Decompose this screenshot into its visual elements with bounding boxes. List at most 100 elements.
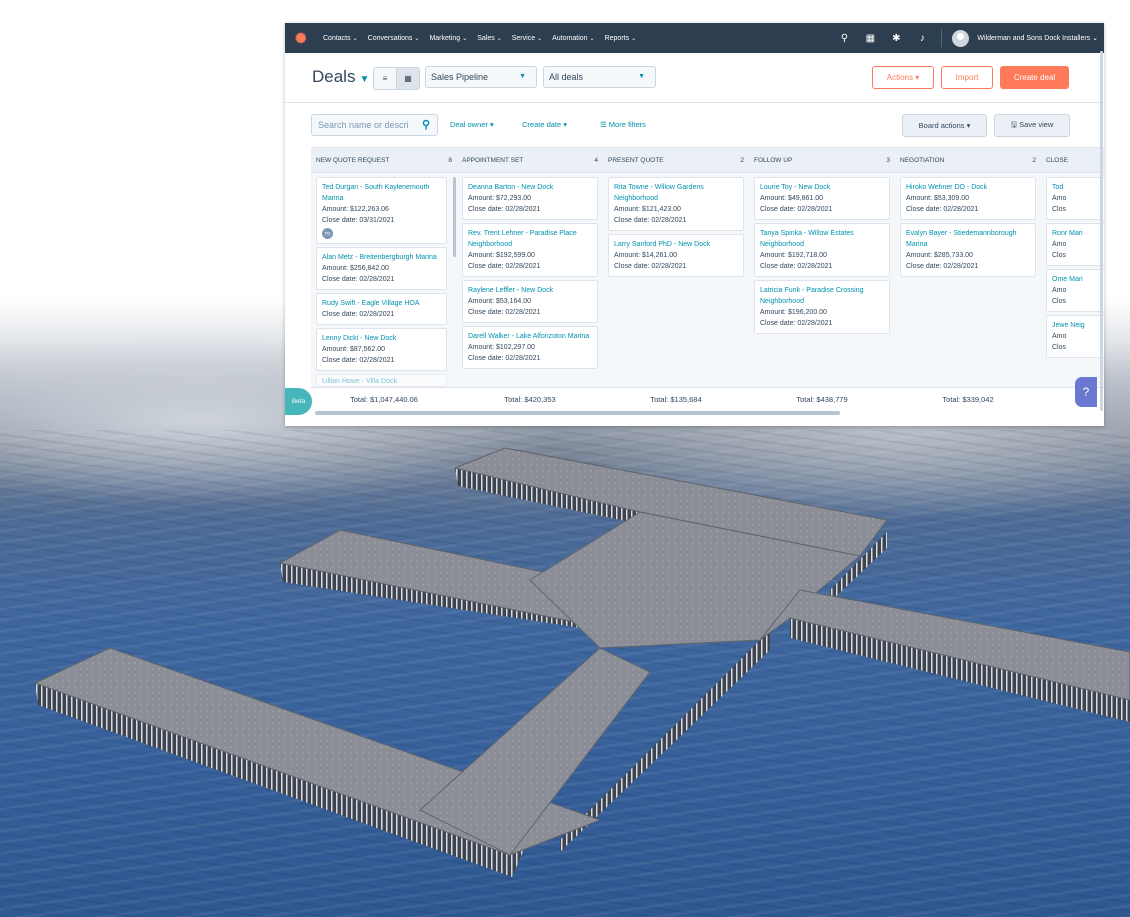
deal-name-link[interactable]: Hiroko Wehner DO - Dock — [906, 182, 1030, 193]
deal-close-date: Close date: 02/28/2021 — [760, 206, 833, 213]
board-horizontal-scrollbar[interactable] — [315, 411, 840, 415]
deal-name-link[interactable]: Darell Walker - Lake Alfonzoton Marina — [468, 331, 592, 342]
help-button[interactable]: ? — [1075, 377, 1097, 407]
caret-down-icon: ▼ — [519, 73, 526, 80]
deal-card[interactable]: Raylene Leffler - New Dock Amount: $53,1… — [462, 280, 598, 323]
deal-card[interactable]: Alan Metz - Breitenbergburgh Marina Amou… — [316, 247, 447, 290]
avatar[interactable] — [952, 29, 970, 47]
deal-name-link[interactable]: Raylene Leffler - New Dock — [468, 285, 592, 296]
deal-card[interactable]: Larry Sanford PhD - New Dock Amount: $14… — [608, 234, 744, 277]
page-vertical-scrollbar[interactable] — [1100, 51, 1103, 411]
column-header: NEW QUOTE REQUEST 8 — [311, 147, 457, 173]
card-list: Tod Amo Clos Ronr Mari Amo Clos Ome Mari… — [1041, 173, 1104, 358]
nav-automation[interactable]: Automation ⌄ — [552, 35, 594, 42]
board-view-icon[interactable]: ▦ — [396, 68, 419, 89]
deal-name-link[interactable]: Alan Metz - Breitenbergburgh Marina — [322, 252, 441, 263]
import-button[interactable]: Import — [941, 66, 993, 89]
column-title: PRESENT QUOTE — [608, 156, 664, 164]
pipeline-select[interactable]: Sales Pipeline ▼ — [425, 66, 537, 88]
deal-name-link[interactable]: Rudy Swift - Eagle Village HOA — [322, 298, 441, 309]
deal-name-link[interactable]: Ronr Mari — [1052, 228, 1104, 239]
deal-card[interactable]: Latricia Funk - Paradise Crossing Neighb… — [754, 280, 890, 334]
search-icon[interactable]: ⚲ — [422, 118, 430, 131]
settings-icon[interactable]: ✱ — [887, 33, 905, 44]
deal-name-link[interactable]: Lourie Toy - New Dock — [760, 182, 884, 193]
beta-badge[interactable]: Beta — [285, 388, 312, 415]
create-deal-button[interactable]: Create deal — [1000, 66, 1069, 89]
chevron-down-icon: ⌄ — [631, 35, 637, 42]
deal-close-date: Close date: 02/28/2021 — [468, 355, 541, 362]
nav-utilities: ⚲ ▦ ✱ ♪ Wilderman and Sons Dock Installe… — [827, 23, 1098, 53]
deal-card[interactable]: Rudy Swift - Eagle Village HOA Close dat… — [316, 293, 447, 325]
nav-reports[interactable]: Reports ⌄ — [605, 35, 637, 42]
deal-card[interactable]: Lenny Dicki - New Dock Amount: $87,562.0… — [316, 328, 447, 371]
account-menu[interactable]: Wilderman and Sons Dock Installers ⌄ — [977, 34, 1098, 42]
chevron-down-icon: ⌄ — [537, 35, 543, 42]
deal-name-link[interactable]: Evalyn Bayer - Stiedemannborough Marina — [906, 228, 1030, 250]
deal-owner-filter[interactable]: Deal owner ▾ — [450, 120, 494, 129]
create-date-filter[interactable]: Create date ▾ — [522, 120, 567, 129]
deal-card[interactable]: Hiroko Wehner DO - Dock Amount: $53,309.… — [900, 177, 1036, 220]
deal-card[interactable]: Ted Durgan - South Kaylenemouth Marina A… — [316, 177, 447, 244]
nav-contacts[interactable]: Contacts ⌄ — [323, 35, 358, 42]
deal-name-link[interactable]: Rev. Trent Lehner - Paradise Place Neigh… — [468, 228, 592, 250]
deal-amount: Amount: $53,309.00 — [906, 195, 970, 202]
column-scrollbar[interactable] — [453, 177, 456, 257]
deal-card[interactable]: Lillian Howe - Villa Dock — [316, 374, 447, 387]
deal-card[interactable]: Ome Mari Amo Clos — [1046, 269, 1104, 312]
deal-amount: Amount: $53,164.00 — [468, 298, 532, 305]
deal-card[interactable]: Rita Towne - Willow Gardens Neighborhood… — [608, 177, 744, 231]
nav-contacts-label: Contacts — [323, 34, 351, 42]
deal-close-date: Close date: 02/28/2021 — [322, 311, 395, 318]
deal-card[interactable]: Deanna Barton - New Dock Amount: $72,293… — [462, 177, 598, 220]
deal-card[interactable]: Jewe Neig Amo Clos — [1046, 315, 1104, 358]
deal-amount: Amount: $122,263.06 — [322, 206, 389, 213]
nav-conversations[interactable]: Conversations ⌄ — [368, 35, 420, 42]
deal-card[interactable]: Ronr Mari Amo Clos — [1046, 223, 1104, 266]
column-title: APPOINTMENT SET — [462, 156, 524, 164]
deal-name-link[interactable]: Latricia Funk - Paradise Crossing Neighb… — [760, 285, 884, 307]
deal-name-link[interactable]: Larry Sanford PhD - New Dock — [614, 239, 738, 250]
board-column-negotiation: NEGOTIATION 2 Hiroko Wehner DO - Dock Amo… — [895, 147, 1042, 410]
actions-button[interactable]: Actions ▾ — [872, 66, 934, 89]
deal-card[interactable]: Darell Walker - Lake Alfonzoton Marina A… — [462, 326, 598, 369]
deal-amount: Amount: $192,718.00 — [760, 252, 827, 259]
save-view-button[interactable]: 🖫 Save view — [994, 114, 1070, 137]
nav-marketing[interactable]: Marketing ⌄ — [429, 35, 467, 42]
hubspot-logo-icon[interactable]: ✺ — [295, 31, 309, 45]
owner-avatar[interactable]: TD — [322, 228, 333, 239]
deal-amount: Amount: $87,562.00 — [322, 346, 386, 353]
view-select[interactable]: All deals ▼ — [543, 66, 656, 88]
object-switcher[interactable]: Deals ▼ — [312, 67, 369, 87]
deal-card[interactable]: Lourie Toy - New Dock Amount: $49,861.00… — [754, 177, 890, 220]
deal-card[interactable]: Tanya Spinka - Willow Estates Neighborho… — [754, 223, 890, 277]
more-filters-link[interactable]: ☰ More filters — [600, 120, 646, 129]
deal-name-link[interactable]: Ome Mari — [1052, 274, 1104, 285]
nav-conversations-label: Conversations — [367, 34, 413, 42]
nav-divider — [941, 29, 943, 47]
board-actions-button[interactable]: Board actions ▾ — [902, 114, 987, 137]
list-view-icon[interactable]: ≡ — [374, 68, 396, 89]
card-list: Rita Towne - Willow Gardens Neighborhood… — [603, 173, 749, 277]
deal-name-link[interactable]: Lenny Dicki - New Dock — [322, 333, 441, 344]
nav-sales[interactable]: Sales ⌄ — [477, 35, 502, 42]
chevron-down-icon: ⌄ — [496, 35, 502, 42]
deal-amount: Amount: $102,297.00 — [468, 344, 535, 351]
deal-name-link[interactable]: Rita Towne - Willow Gardens Neighborhood — [614, 182, 738, 204]
nav-service[interactable]: Service ⌄ — [512, 35, 542, 42]
deal-name-link[interactable]: Tod — [1052, 182, 1104, 193]
deal-card[interactable]: Rev. Trent Lehner - Paradise Place Neigh… — [462, 223, 598, 277]
deal-close-date: Close date: 03/31/2021 — [322, 217, 395, 224]
search-input[interactable]: Search name or descri ⚲ — [311, 114, 438, 136]
deal-name-link[interactable]: Jewe Neig — [1052, 320, 1104, 331]
deal-name-link[interactable]: Tanya Spinka - Willow Estates Neighborho… — [760, 228, 884, 250]
notifications-icon[interactable]: ♪ — [913, 33, 931, 44]
marketplace-icon[interactable]: ▦ — [861, 33, 879, 44]
deal-card[interactable]: Evalyn Bayer - Stiedemannborough Marina … — [900, 223, 1036, 277]
deal-card[interactable]: Tod Amo Clos — [1046, 177, 1104, 220]
deal-close-date: Close date: 02/28/2021 — [760, 263, 833, 270]
deal-name-link[interactable]: Deanna Barton - New Dock — [468, 182, 592, 193]
search-icon[interactable]: ⚲ — [835, 33, 853, 44]
deal-name-link[interactable]: Ted Durgan - South Kaylenemouth Marina — [322, 182, 441, 204]
deal-name-link[interactable]: Lillian Howe - Villa Dock — [322, 376, 441, 386]
